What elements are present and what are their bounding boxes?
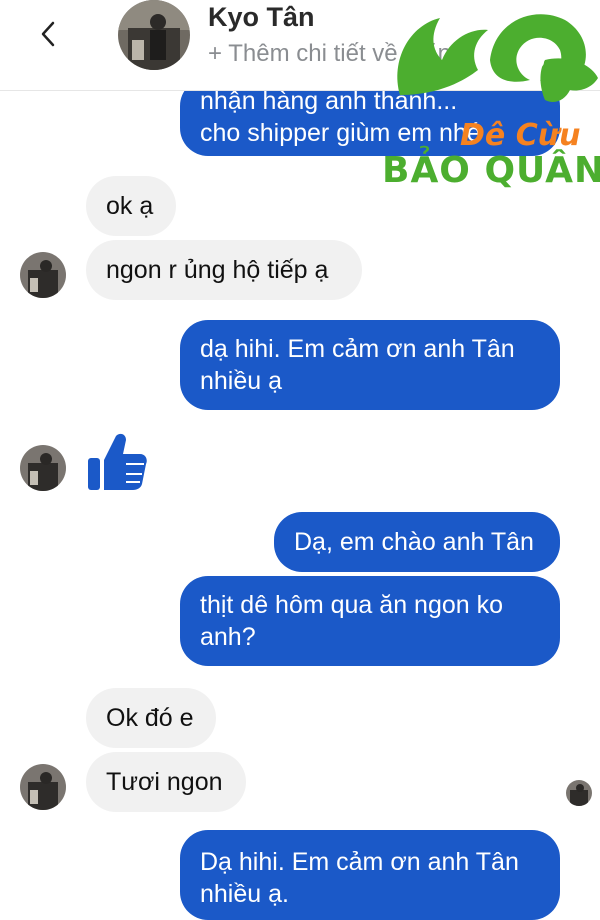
seen-avatar: [566, 780, 592, 806]
message-text: Ok đó e: [106, 704, 194, 732]
message-text: ok ạ: [106, 192, 154, 220]
message-text: thịt dê hôm qua ăn ngon ko anh?: [200, 591, 504, 651]
message-incoming[interactable]: Tươi ngon: [86, 752, 246, 812]
logo-line1: Dê Cừu: [460, 118, 581, 153]
message-incoming[interactable]: ok ạ: [86, 176, 176, 236]
thumbs-up-sticker[interactable]: [86, 430, 148, 492]
logo-line2: BẢO QUÂN: [382, 150, 600, 191]
sender-avatar[interactable]: [20, 252, 66, 298]
message-text: Tươi ngon: [106, 768, 223, 796]
message-text: dạ hihi. Em cảm ơn anh Tân nhiều ạ: [200, 335, 515, 395]
chevron-left-icon: [41, 21, 55, 47]
sender-avatar[interactable]: [20, 764, 66, 810]
message-incoming[interactable]: ngon r ủng hộ tiếp ạ: [86, 240, 362, 300]
contact-name[interactable]: Kyo Tân: [208, 2, 315, 33]
message-outgoing[interactable]: thịt dê hôm qua ăn ngon ko anh?: [180, 576, 560, 666]
contact-avatar[interactable]: [118, 0, 190, 70]
brand-logo: Dê Cừu BẢO QUÂN: [370, 0, 600, 195]
message-text: Dạ hihi. Em cảm ơn anh Tân nhiều ạ.: [200, 848, 519, 908]
message-outgoing[interactable]: dạ hihi. Em cảm ơn anh Tân nhiều ạ: [180, 320, 560, 410]
message-outgoing[interactable]: Dạ, em chào anh Tân: [274, 512, 560, 572]
thumbs-up-icon: [88, 433, 147, 490]
message-text: Dạ, em chào anh Tân: [294, 528, 534, 556]
message-text: ngon r ủng hộ tiếp ạ: [106, 256, 329, 284]
back-button[interactable]: [30, 14, 66, 54]
message-incoming[interactable]: Ok đó e: [86, 688, 216, 748]
message-outgoing[interactable]: Dạ hihi. Em cảm ơn anh Tân nhiều ạ.: [180, 830, 560, 920]
sender-avatar[interactable]: [20, 445, 66, 491]
